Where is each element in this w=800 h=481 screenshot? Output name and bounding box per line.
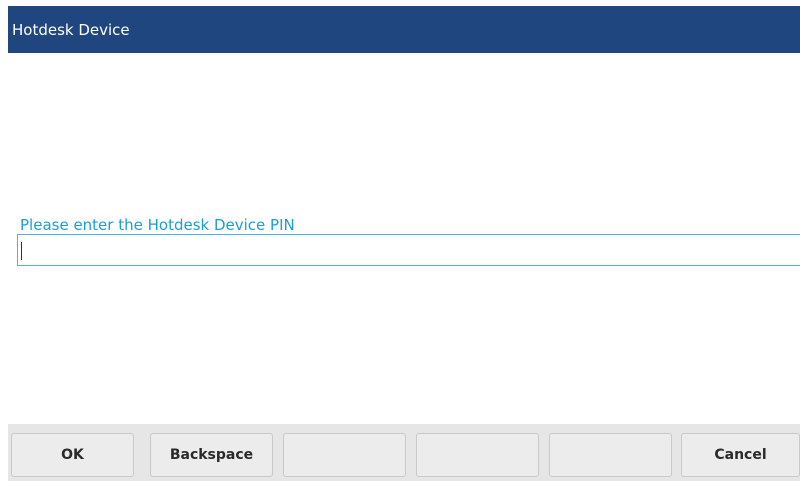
cancel-softkey[interactable]: Cancel — [681, 433, 800, 477]
ok-softkey[interactable]: OK — [11, 433, 134, 477]
softkey-4[interactable] — [416, 433, 539, 477]
backspace-softkey[interactable]: Backspace — [150, 433, 273, 477]
pin-prompt-label: Please enter the Hotdesk Device PIN — [20, 216, 295, 234]
pin-input[interactable] — [17, 234, 800, 266]
softkey-3[interactable] — [283, 433, 406, 477]
softkey-bar: OK Backspace Cancel — [8, 424, 800, 481]
text-cursor — [21, 242, 22, 260]
softkey-5[interactable] — [549, 433, 672, 477]
screen-title-bar: Hotdesk Device — [8, 6, 800, 53]
screen-title: Hotdesk Device — [12, 20, 130, 39]
